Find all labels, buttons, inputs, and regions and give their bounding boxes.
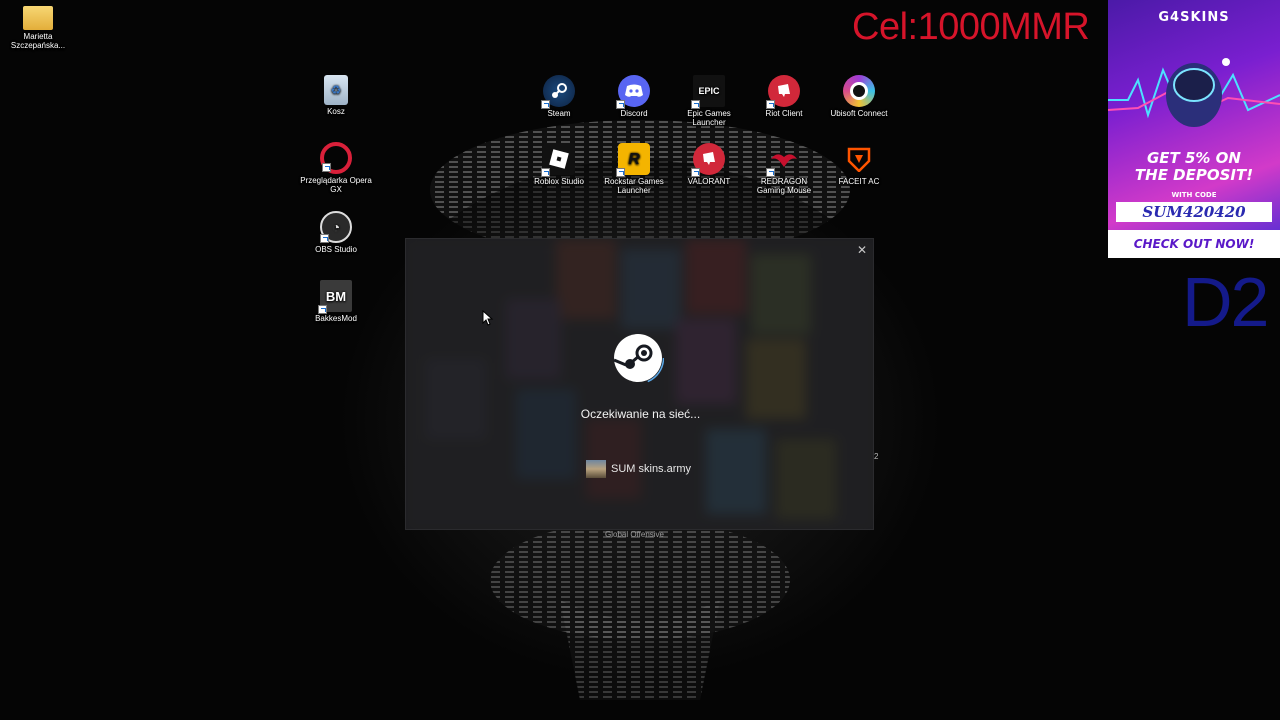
valorant-icon (691, 143, 725, 177)
close-icon: ✕ (856, 243, 868, 257)
connection-status-text: Oczekiwanie na sieć... (580, 407, 701, 421)
desktop-icon-label-partial: Global Offensive (605, 530, 664, 539)
riot-client-icon (766, 75, 800, 109)
desktop-icon-steam[interactable]: Steam (521, 75, 597, 118)
epic-games-icon: EPIC (691, 75, 725, 109)
desktop-icon-label: Ubisoft Connect (830, 109, 888, 118)
shortcut-arrow-icon (766, 168, 775, 177)
desktop-icon-label: Marietta Szczepańska... (10, 32, 66, 50)
ad-with-code-label: WITH CODE (1171, 191, 1217, 199)
desktop-icon-label: Roblox Studio (534, 177, 584, 186)
folder-icon (23, 6, 53, 30)
steam-login-dialog: ✕ Oczekiwanie na sieć... SUM skins.army (405, 238, 874, 530)
desktop-icon-label: Przeglądarka Opera GX (300, 176, 372, 194)
desktop-icon-discord[interactable]: Discord (596, 75, 672, 118)
desktop-icon-label: Kosz (327, 107, 345, 116)
close-button[interactable]: ✕ (853, 241, 871, 259)
desktop-icon-label: VALORANT (687, 177, 731, 186)
ad-brand-logo: G4SKINS (1158, 10, 1230, 25)
shortcut-arrow-icon (766, 100, 775, 109)
steam-icon (541, 75, 575, 109)
desktop-icon-label: Epic Games Launcher (687, 109, 731, 127)
desktop-icon-recycle-bin[interactable]: ♻ Kosz (298, 75, 374, 116)
desktop-icon-folder[interactable]: Marietta Szczepańska... (0, 6, 76, 50)
shortcut-arrow-icon (541, 168, 550, 177)
desktop-icon-epic-games[interactable]: EPIC Epic Games Launcher (671, 75, 747, 127)
redragon-icon (766, 143, 800, 177)
dialog-dim-overlay (406, 239, 873, 529)
desktop-icon-label: OBS Studio (315, 245, 357, 254)
desktop-icon-riot-client[interactable]: Riot Client (746, 75, 822, 118)
discord-icon (616, 75, 650, 109)
desktop-icon-valorant[interactable]: VALORANT (671, 143, 747, 186)
desktop-icon-opera-gx[interactable]: Przeglądarka Opera GX (298, 142, 374, 194)
stream-goal-text: Cel:1000MMR (852, 6, 1090, 48)
shortcut-arrow-icon (541, 100, 550, 109)
partial-text: 2 (874, 452, 879, 461)
desktop-icon-label: BakkesMod (315, 314, 357, 323)
shortcut-arrow-icon (691, 100, 700, 109)
avatar (586, 460, 606, 478)
shortcut-arrow-icon (616, 100, 625, 109)
account-chip[interactable]: SUM skins.army (586, 460, 691, 478)
ad-cta-button[interactable]: CHECK OUT NOW! (1108, 230, 1280, 258)
account-name: SUM skins.army (611, 463, 692, 475)
stream-side-text: D2 (1182, 263, 1269, 341)
steam-logo-icon (612, 332, 664, 384)
desktop-icon-bakkesmod[interactable]: BM BakkesMod (298, 280, 374, 323)
rockstar-icon: R (616, 143, 650, 177)
opera-gx-icon (320, 142, 352, 174)
desktop-icon-label: Rockstar Games Launcher (604, 177, 664, 195)
desktop-icon-label: Steam (547, 109, 571, 118)
desktop-icon-label: FACEIT AC (838, 177, 880, 186)
ad-headline-line1: GET 5% ON (1146, 149, 1241, 167)
shortcut-arrow-icon (320, 234, 329, 243)
desktop-icon-label: REDRAGON Gaming Mouse (756, 177, 812, 195)
ubisoft-icon (843, 75, 875, 107)
desktop-icon-label: Riot Client (765, 109, 803, 118)
desktop-icon-roblox-studio[interactable]: Roblox Studio (521, 143, 597, 186)
desktop-icon-obs[interactable]: ◔ OBS Studio (298, 211, 374, 254)
ad-promo-code: SUM420420 (1116, 202, 1272, 222)
mouse-cursor-icon (482, 310, 494, 326)
ad-headline: GET 5% ON THE DEPOSIT! (1108, 150, 1280, 184)
shortcut-arrow-icon (691, 168, 700, 177)
desktop-icon-label: Discord (620, 109, 648, 118)
desktop-icon-rockstar[interactable]: R Rockstar Games Launcher (596, 143, 672, 195)
desktop-icon-redragon[interactable]: REDRAGON Gaming Mouse (746, 143, 822, 195)
shortcut-arrow-icon (616, 168, 625, 177)
obs-icon: ◔ (320, 211, 352, 243)
desktop-icon-faceit[interactable]: FACEIT AC (821, 143, 897, 186)
roblox-studio-icon (541, 143, 575, 177)
desktop-icon-ubisoft[interactable]: Ubisoft Connect (821, 75, 897, 118)
g4skins-ad-banner[interactable]: G4SKINS GET 5% ON THE DEPOSIT! WITH CODE… (1108, 0, 1280, 258)
shortcut-arrow-icon (318, 305, 327, 314)
bakkesmod-icon: BM (318, 280, 352, 314)
ad-headline-line2: THE DEPOSIT! (1134, 166, 1254, 184)
shortcut-arrow-icon (322, 163, 331, 172)
recycle-bin-icon: ♻ (324, 75, 348, 105)
faceit-icon (843, 143, 875, 175)
